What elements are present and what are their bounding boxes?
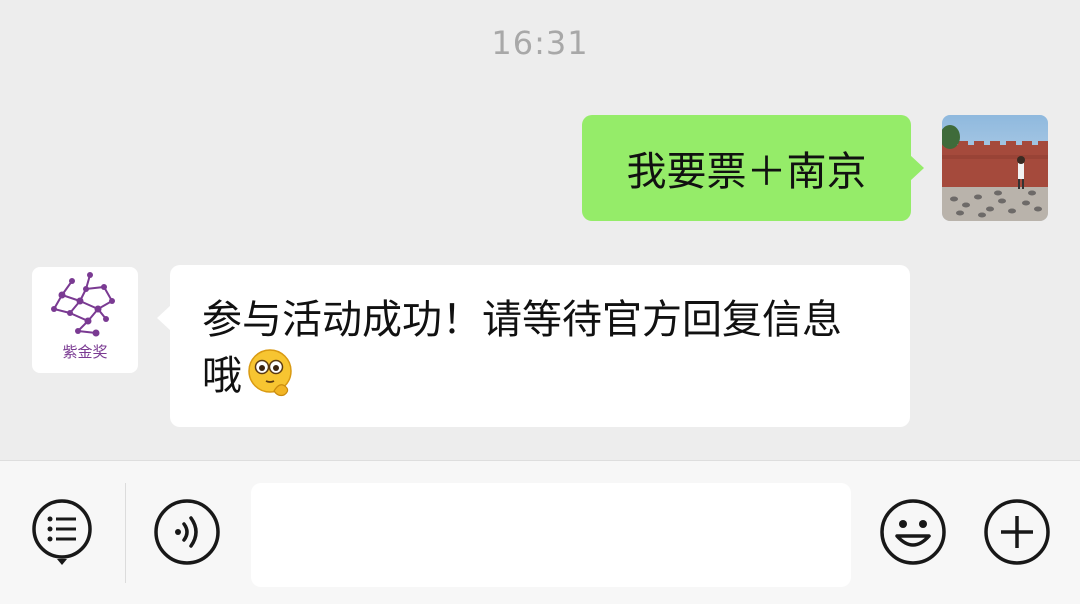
input-bar-divider bbox=[125, 483, 126, 583]
smiley-icon[interactable] bbox=[879, 498, 947, 566]
sender-avatar-logo[interactable]: 紫金奖 bbox=[32, 267, 138, 373]
chat-input-bar bbox=[0, 460, 1080, 604]
voice-icon[interactable] bbox=[153, 498, 221, 566]
outgoing-message-bubble[interactable]: 我要票＋南京 bbox=[582, 115, 924, 221]
message-timestamp: 16:31 bbox=[491, 24, 589, 62]
message-text-input[interactable] bbox=[251, 483, 851, 587]
menu-list-icon[interactable] bbox=[28, 497, 96, 565]
incoming-message-text: 参与活动成功！请等待官方回复信息哦 bbox=[202, 297, 842, 399]
incoming-message-bubble[interactable]: 参与活动成功！请等待官方回复信息哦 bbox=[157, 265, 910, 427]
thinking-face-emoji-icon bbox=[244, 347, 296, 399]
plus-icon[interactable] bbox=[983, 498, 1051, 566]
outgoing-message-text: 我要票＋南京 bbox=[626, 149, 867, 195]
user-avatar-photo bbox=[942, 115, 1048, 221]
brand-logo-text: 紫金奖 bbox=[62, 343, 108, 361]
user-avatar[interactable] bbox=[942, 115, 1048, 221]
